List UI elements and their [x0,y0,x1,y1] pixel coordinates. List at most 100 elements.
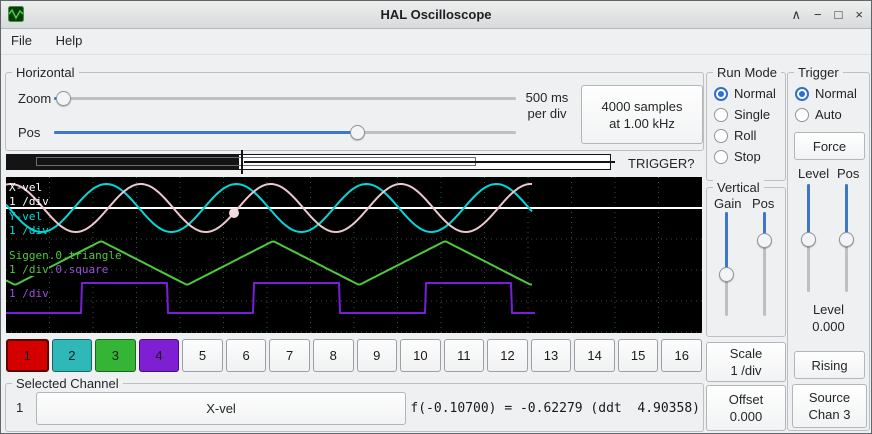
trigger-option-normal[interactable]: Normal [795,83,857,104]
radio-selected-icon [795,87,809,101]
zoom-slider-track [54,97,516,100]
runmode-option-normal[interactable]: Normal [714,83,776,104]
trigger-level-label: Level [798,166,829,181]
scale-button[interactable]: Scale 1 /div [706,342,786,382]
trigger-level-value: 0.000 [788,318,869,336]
vertical-pos-slider-knob[interactable] [757,233,772,248]
offset-button[interactable]: Offset 0.000 [706,385,786,431]
radio-unselected-icon [714,108,728,122]
channel-button-15[interactable]: 15 [618,339,659,372]
minimize-icon[interactable]: − [814,7,822,22]
window-controls: ∧ − □ × [791,1,863,28]
radio-unselected-icon [795,108,809,122]
selected-channel-number: 1 [16,400,23,415]
runmode-option-single[interactable]: Single [714,104,776,125]
runmode-option-roll[interactable]: Roll [714,125,776,146]
channel-button-13[interactable]: 13 [531,339,572,372]
per-div-readout: 500 ms per div [514,89,580,123]
pos-slider-fill [54,131,357,134]
trigger-edge-button[interactable]: Rising [794,351,865,379]
horizontal-group-label: Horizontal [12,65,79,80]
run-mode-group-label: Run Mode [713,65,781,80]
trigger-position-marker[interactable] [241,150,243,174]
vertical-group: Vertical Gain Pos [706,187,786,337]
vertical-gain-slider-knob[interactable] [719,267,734,282]
trigger-pos-slider[interactable] [839,184,854,292]
run-mode-group: Run Mode NormalSingleRollStop [706,72,786,181]
trigger-group: Trigger NormalAuto Force Level Pos Level… [787,72,870,431]
capture-position-bar[interactable] [6,150,626,174]
force-button[interactable]: Force [794,132,865,160]
runmode-option-label: Stop [734,149,761,164]
pos-slider[interactable] [54,124,516,140]
scope-label-ch3-scale: 1 /div [9,263,49,276]
channel-button-6[interactable]: 6 [226,339,267,372]
trigger-level-slider[interactable] [801,184,816,292]
trigger-option-label: Auto [815,107,842,122]
selected-channel-group: Selected Channel 1 X-vel f(-0.10700) = -… [5,383,704,432]
scope-label-ch4-scale: 1 /div [9,287,49,300]
scope-label-ch3-name: Siggen.0.triangle [9,249,122,262]
shade-icon[interactable]: ∧ [791,7,801,23]
selected-channel-name-button[interactable]: X-vel [36,392,406,425]
trigger-status-label: TRIGGER? [628,156,694,171]
horizontal-group: Horizontal Zoom 500 ms per div 4000 samp… [5,72,704,151]
trigger-pos-slider-knob[interactable] [839,232,854,247]
channel-button-9[interactable]: 9 [357,339,398,372]
window-title: HAL Oscilloscope [1,7,871,22]
radio-unselected-icon [714,129,728,143]
run-mode-radios: Normal Single Roll Stop [714,83,776,167]
trigger-level-slider-knob[interactable] [801,232,816,247]
channel-button-12[interactable]: 12 [487,339,528,372]
trigger-source-button[interactable]: Source Chan 3 [792,384,867,428]
radio-unselected-icon [714,150,728,164]
channel-strip: 12345678910111213141516 [6,339,702,372]
channel-button-10[interactable]: 10 [400,339,441,372]
runmode-option-stop[interactable]: Stop [714,146,776,167]
runmode-option-label: Normal [734,86,776,101]
trigger-option-label: Normal [815,86,857,101]
app-window: HAL Oscilloscope ∧ − □ × File Help Horiz… [0,0,872,434]
vertical-gain-label: Gain [714,196,741,211]
scope-channel-labels: X-vel1 /divY-vel1 /divSiggen.0.triangleS… [6,177,702,333]
scope-display[interactable]: X-vel1 /divY-vel1 /divSiggen.0.triangleS… [6,177,702,333]
vertical-pos-slider[interactable] [757,212,772,316]
radio-selected-icon [714,87,728,101]
close-icon[interactable]: × [855,7,863,22]
channel-value-readout: f(-0.10700) = -0.62279 (ddt 4.90358) [410,401,700,416]
scope-label-ch1-name: X-vel [9,181,42,194]
capture-bar-line [244,161,615,163]
titlebar: HAL Oscilloscope ∧ − □ × [1,1,871,29]
scope-label-ch2-name: Y-vel [9,210,42,223]
pos-label: Pos [18,125,40,140]
zoom-slider-knob[interactable] [56,91,71,106]
samples-button[interactable]: 4000 samples at 1.00 kHz [581,85,703,144]
channel-button-8[interactable]: 8 [313,339,354,372]
channel-button-1[interactable]: 1 [6,339,49,372]
maximize-icon[interactable]: □ [835,7,843,22]
scope-label-ch1-scale: 1 /div [9,195,49,208]
channel-button-5[interactable]: 5 [182,339,223,372]
pos-slider-knob[interactable] [350,125,365,140]
channel-button-7[interactable]: 7 [269,339,310,372]
channel-button-4[interactable]: 4 [139,339,180,372]
menubar: File Help [1,29,871,55]
zoom-slider[interactable] [54,90,516,106]
trigger-option-auto[interactable]: Auto [795,104,857,125]
channel-button-3[interactable]: 3 [95,339,136,372]
scope-label-ch2-scale: 1 /div [9,224,49,237]
selected-channel-group-label: Selected Channel [12,376,123,391]
vertical-pos-label: Pos [752,196,774,211]
trigger-level-caption: Level [788,301,869,319]
menu-file[interactable]: File [1,29,42,52]
runmode-option-label: Roll [734,128,756,143]
trigger-group-label: Trigger [794,65,843,80]
runmode-option-label: Single [734,107,770,122]
vertical-gain-slider[interactable] [719,212,734,316]
channel-button-11[interactable]: 11 [444,339,485,372]
channel-button-2[interactable]: 2 [52,339,93,372]
zoom-label: Zoom [18,91,51,106]
menu-help[interactable]: Help [46,29,93,52]
channel-button-16[interactable]: 16 [661,339,702,372]
channel-button-14[interactable]: 14 [574,339,615,372]
